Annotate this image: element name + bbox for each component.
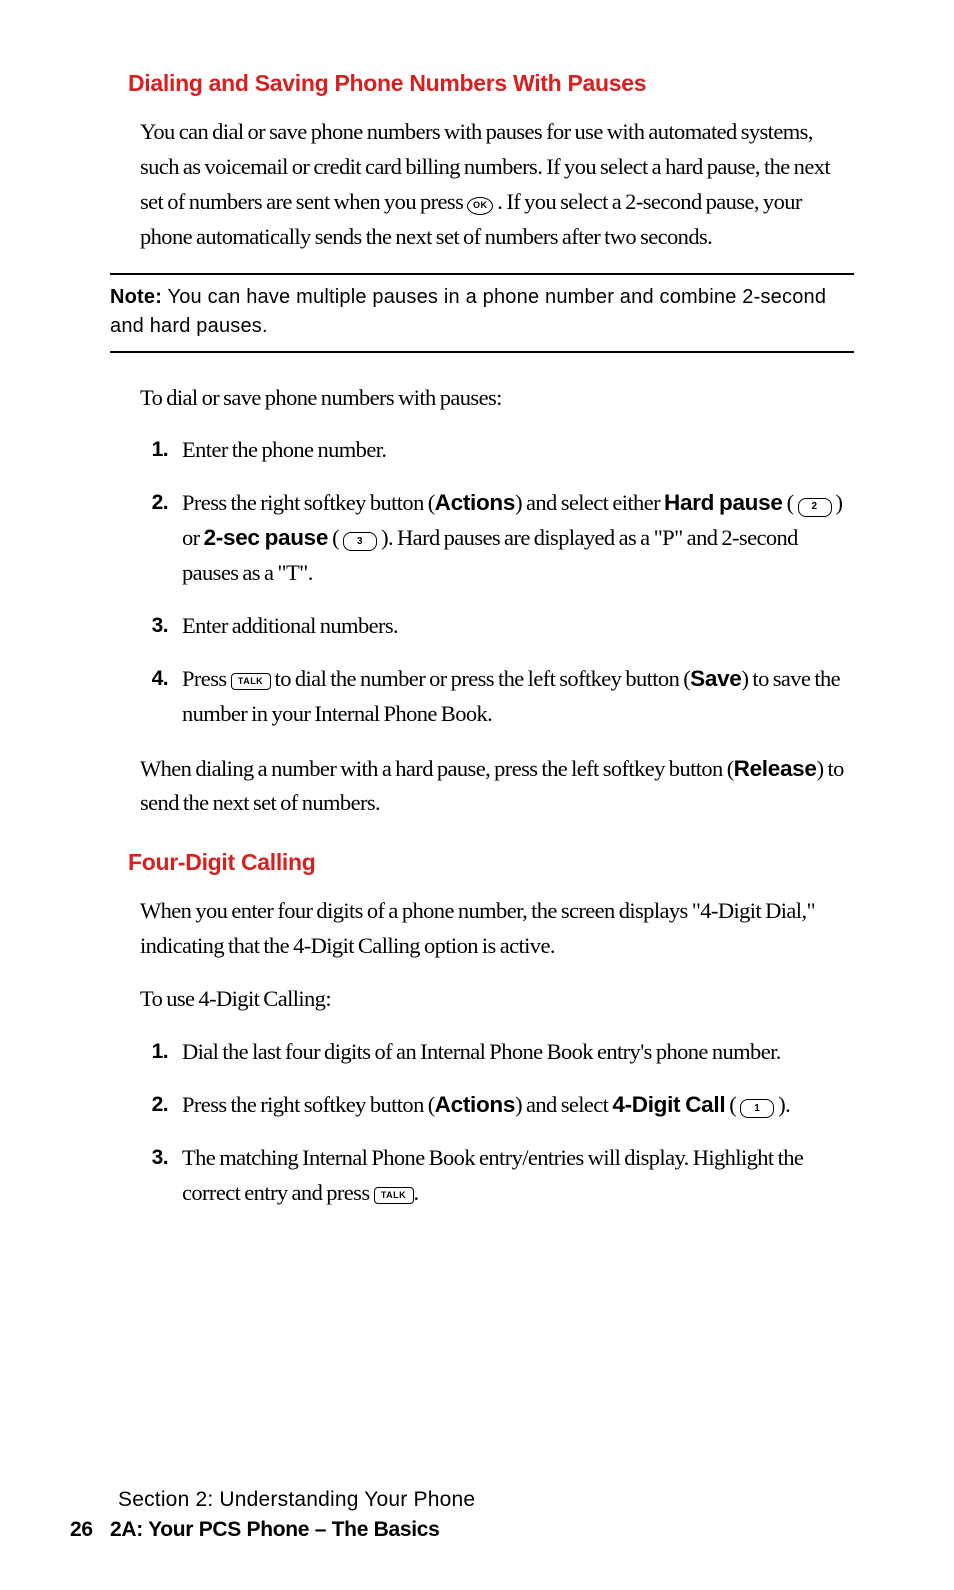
paragraph: To dial or save phone numbers with pause… bbox=[140, 381, 854, 416]
page-content: Dialing and Saving Phone Numbers With Pa… bbox=[0, 0, 954, 1210]
text: When dialing a number with a hard pause,… bbox=[140, 756, 734, 781]
paragraph: When you enter four digits of a phone nu… bbox=[140, 894, 854, 964]
step-text: Dial the last four digits of an Internal… bbox=[182, 1035, 854, 1070]
step-text: Enter additional numbers. bbox=[182, 609, 854, 644]
note-block: Note: You can have multiple pauses in a … bbox=[110, 273, 854, 353]
text: . bbox=[414, 1180, 419, 1205]
footer-chapter-line: 262A: Your PCS Phone – The Basics bbox=[70, 1518, 475, 1542]
note-label: Note: bbox=[110, 286, 162, 308]
step-text: The matching Internal Phone Book entry/e… bbox=[182, 1141, 854, 1211]
footer-section-title: Section 2: Understanding Your Phone bbox=[118, 1488, 475, 1512]
page-number: 26 bbox=[70, 1518, 110, 1542]
list-item: 3. Enter additional numbers. bbox=[140, 609, 854, 644]
talk-key-icon: TALK bbox=[374, 1187, 414, 1204]
paragraph: To use 4-Digit Calling: bbox=[140, 982, 854, 1017]
step-number: 1. bbox=[140, 1035, 168, 1070]
step-text: Press the right softkey button (Actions)… bbox=[182, 1088, 854, 1123]
heading-four-digit: Four-Digit Calling bbox=[128, 849, 854, 876]
paragraph: When dialing a number with a hard pause,… bbox=[140, 752, 854, 822]
list-item: 2. Press the right softkey button (Actio… bbox=[140, 486, 854, 591]
ordered-list: 1. Dial the last four digits of an Inter… bbox=[140, 1035, 854, 1211]
bold-text: Release bbox=[734, 756, 817, 781]
list-item: 2. Press the right softkey button (Actio… bbox=[140, 1088, 854, 1123]
bold-text: 2-sec pause bbox=[204, 525, 329, 550]
step-number: 2. bbox=[140, 1088, 168, 1123]
bold-text: Hard pause bbox=[664, 490, 783, 515]
bold-text: Actions bbox=[435, 1092, 515, 1117]
step-text: Press TALK to dial the number or press t… bbox=[182, 662, 854, 732]
text: ) and select either bbox=[515, 490, 664, 515]
step-number: 3. bbox=[140, 1141, 168, 1211]
bold-text: Save bbox=[690, 666, 741, 691]
text: ( bbox=[783, 490, 798, 515]
step-text: Enter the phone number. bbox=[182, 433, 854, 468]
talk-key-icon: TALK bbox=[231, 673, 271, 690]
bold-text: 4-Digit Call bbox=[612, 1092, 725, 1117]
list-item: 1. Dial the last four digits of an Inter… bbox=[140, 1035, 854, 1070]
step-number: 3. bbox=[140, 609, 168, 644]
list-item: 1. Enter the phone number. bbox=[140, 433, 854, 468]
heading-dialing-pauses: Dialing and Saving Phone Numbers With Pa… bbox=[128, 70, 854, 97]
step-text: Press the right softkey button (Actions)… bbox=[182, 486, 854, 591]
text: Press bbox=[182, 666, 231, 691]
bold-text: Actions bbox=[435, 490, 515, 515]
step-number: 1. bbox=[140, 433, 168, 468]
text: ) and select bbox=[515, 1092, 612, 1117]
key-3-icon: 3 bbox=[343, 532, 377, 551]
list-item: 3. The matching Internal Phone Book entr… bbox=[140, 1141, 854, 1211]
step-number: 4. bbox=[140, 662, 168, 732]
ok-key-icon: OK bbox=[467, 197, 493, 215]
key-1-icon: 1 bbox=[740, 1099, 774, 1118]
text: ( bbox=[328, 525, 343, 550]
list-item: 4. Press TALK to dial the number or pres… bbox=[140, 662, 854, 732]
text: ( bbox=[725, 1092, 740, 1117]
ordered-list: 1. Enter the phone number. 2. Press the … bbox=[140, 433, 854, 731]
chapter-title: 2A: Your PCS Phone – The Basics bbox=[110, 1518, 440, 1541]
key-2-icon: 2 bbox=[798, 498, 832, 517]
step-number: 2. bbox=[140, 486, 168, 591]
text: Press the right softkey button ( bbox=[182, 1092, 435, 1117]
text: to dial the number or press the left sof… bbox=[271, 666, 691, 691]
page-footer: Section 2: Understanding Your Phone 262A… bbox=[70, 1488, 475, 1542]
text: Press the right softkey button ( bbox=[182, 490, 435, 515]
note-text: You can have multiple pauses in a phone … bbox=[110, 286, 826, 337]
text: The matching Internal Phone Book entry/e… bbox=[182, 1145, 803, 1205]
text: ). bbox=[774, 1092, 790, 1117]
paragraph: You can dial or save phone numbers with … bbox=[140, 115, 854, 255]
